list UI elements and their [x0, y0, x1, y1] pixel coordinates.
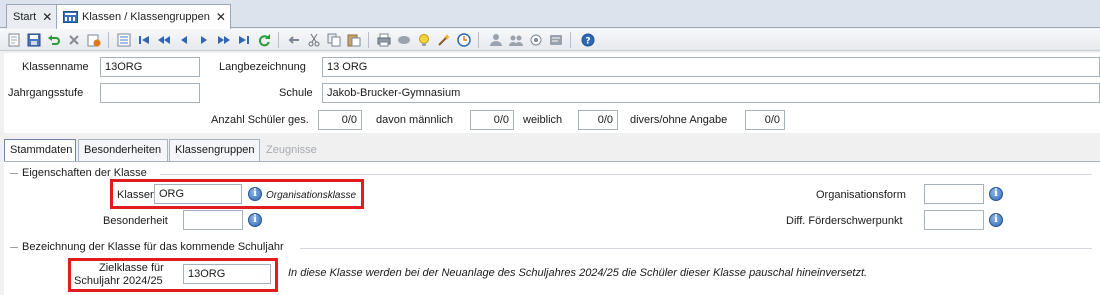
jahrgangsstufe-label: Jahrgangsstufe	[8, 87, 84, 99]
user-group-icon[interactable]	[508, 32, 524, 48]
tab-stammdaten[interactable]: Stammdaten	[4, 139, 76, 162]
tab-klassen-label: Klassen / Klassengruppen	[82, 11, 210, 23]
tab-besonderheiten[interactable]: Besonderheiten	[78, 139, 168, 161]
tab-start[interactable]: Start ✕	[6, 4, 58, 28]
users-icon[interactable]	[488, 32, 504, 48]
bulb-icon[interactable]	[416, 32, 432, 48]
besonderheit-field[interactable]	[183, 210, 243, 230]
weiblich-field: 0/0	[578, 110, 618, 130]
reset-icon[interactable]	[86, 32, 102, 48]
eigenschaften-title-text: Eigenschaften der Klasse	[22, 167, 147, 179]
copy-icon[interactable]	[326, 32, 342, 48]
prev-fast-icon[interactable]	[156, 32, 172, 48]
next-fast-icon[interactable]	[216, 32, 232, 48]
print-icon[interactable]	[376, 32, 392, 48]
class-header-form: Klassenname 13ORG Langbezeichnung 13 ORG…	[4, 53, 1100, 133]
foerderschwerpunkt-info-icon[interactable]: i	[989, 213, 1003, 227]
close-icon[interactable]: ✕	[216, 10, 226, 24]
kommend-title-text: Bezeichnung der Klasse für das kommende …	[22, 241, 284, 253]
new-icon[interactable]	[6, 32, 22, 48]
svg-text:?: ?	[585, 37, 590, 47]
next-icon[interactable]	[196, 32, 212, 48]
preview-icon[interactable]	[396, 32, 412, 48]
jahrgangsstufe-field[interactable]	[100, 83, 200, 103]
wizard-icon[interactable]	[436, 32, 452, 48]
schule-label: Schule	[279, 87, 313, 99]
klassenname-label: Klassenname	[22, 61, 89, 73]
help-icon[interactable]: ?	[580, 32, 596, 48]
eigenschaften-group-title: Eigenschaften der Klasse	[10, 167, 147, 179]
stammdaten-panel: Eigenschaften der Klasse Klassenart ORG …	[4, 161, 1100, 295]
besonderheit-label: Besonderheit	[103, 215, 168, 227]
divers-field: 0/0	[745, 110, 785, 130]
maennlich-field: 0/0	[470, 110, 514, 130]
first-icon[interactable]	[136, 32, 152, 48]
besonderheit-info-icon[interactable]: i	[248, 213, 262, 227]
undo-icon[interactable]	[46, 32, 62, 48]
langbezeichnung-field[interactable]: 13 ORG	[322, 57, 1100, 77]
langbezeichnung-label: Langbezeichnung	[219, 61, 306, 73]
highlight-zielklasse	[68, 258, 278, 292]
schule-field: Jakob-Brucker-Gymnasium	[322, 83, 1100, 103]
settings-icon[interactable]	[528, 32, 544, 48]
kommend-group-title: Bezeichnung der Klasse für das kommende …	[10, 241, 284, 253]
clock-icon[interactable]	[456, 32, 472, 48]
cut-icon[interactable]	[306, 32, 322, 48]
close-icon[interactable]: ✕	[42, 10, 52, 24]
last-icon[interactable]	[236, 32, 252, 48]
divers-label: divers/ohne Angabe	[630, 114, 728, 126]
prev-icon[interactable]	[176, 32, 192, 48]
tab-start-label: Start	[13, 10, 37, 23]
zielklasse-hint: In diese Klasse werden bei der Neuanlage…	[288, 267, 868, 279]
table-icon	[63, 11, 78, 23]
foerderschwerpunkt-label: Diff. Förderschwerpunkt	[786, 215, 903, 227]
anzahl-schueler-label: Anzahl Schüler ges.	[211, 114, 309, 126]
tab-klassengruppen[interactable]: Klassengruppen	[169, 139, 260, 161]
anzahl-schueler-field: 0/0	[318, 110, 362, 130]
list-icon[interactable]	[116, 32, 132, 48]
maennlich-label: davon männlich	[376, 114, 454, 126]
delete-icon[interactable]	[66, 32, 82, 48]
tab-klassen[interactable]: Klassen / Klassengruppen ✕	[56, 4, 231, 29]
klassenname-field[interactable]: 13ORG	[100, 57, 200, 77]
tab-zeugnisse: Zeugnisse	[266, 144, 317, 156]
save-icon[interactable]	[26, 32, 42, 48]
refresh-icon[interactable]	[256, 32, 272, 48]
organisationsform-label: Organisationsform	[816, 189, 906, 201]
toolbar: ?	[0, 29, 1100, 51]
document-tab-bar: Start ✕ Klassen / Klassengruppen ✕	[0, 0, 1100, 29]
organisationsform-field[interactable]	[924, 184, 984, 204]
back-arrow-icon[interactable]	[286, 32, 302, 48]
organisationsform-info-icon[interactable]: i	[989, 187, 1003, 201]
highlight-klassenart	[110, 179, 364, 209]
note-icon[interactable]	[548, 32, 564, 48]
weiblich-label: weiblich	[523, 114, 563, 126]
paste-icon[interactable]	[346, 32, 362, 48]
foerderschwerpunkt-field[interactable]	[924, 210, 984, 230]
